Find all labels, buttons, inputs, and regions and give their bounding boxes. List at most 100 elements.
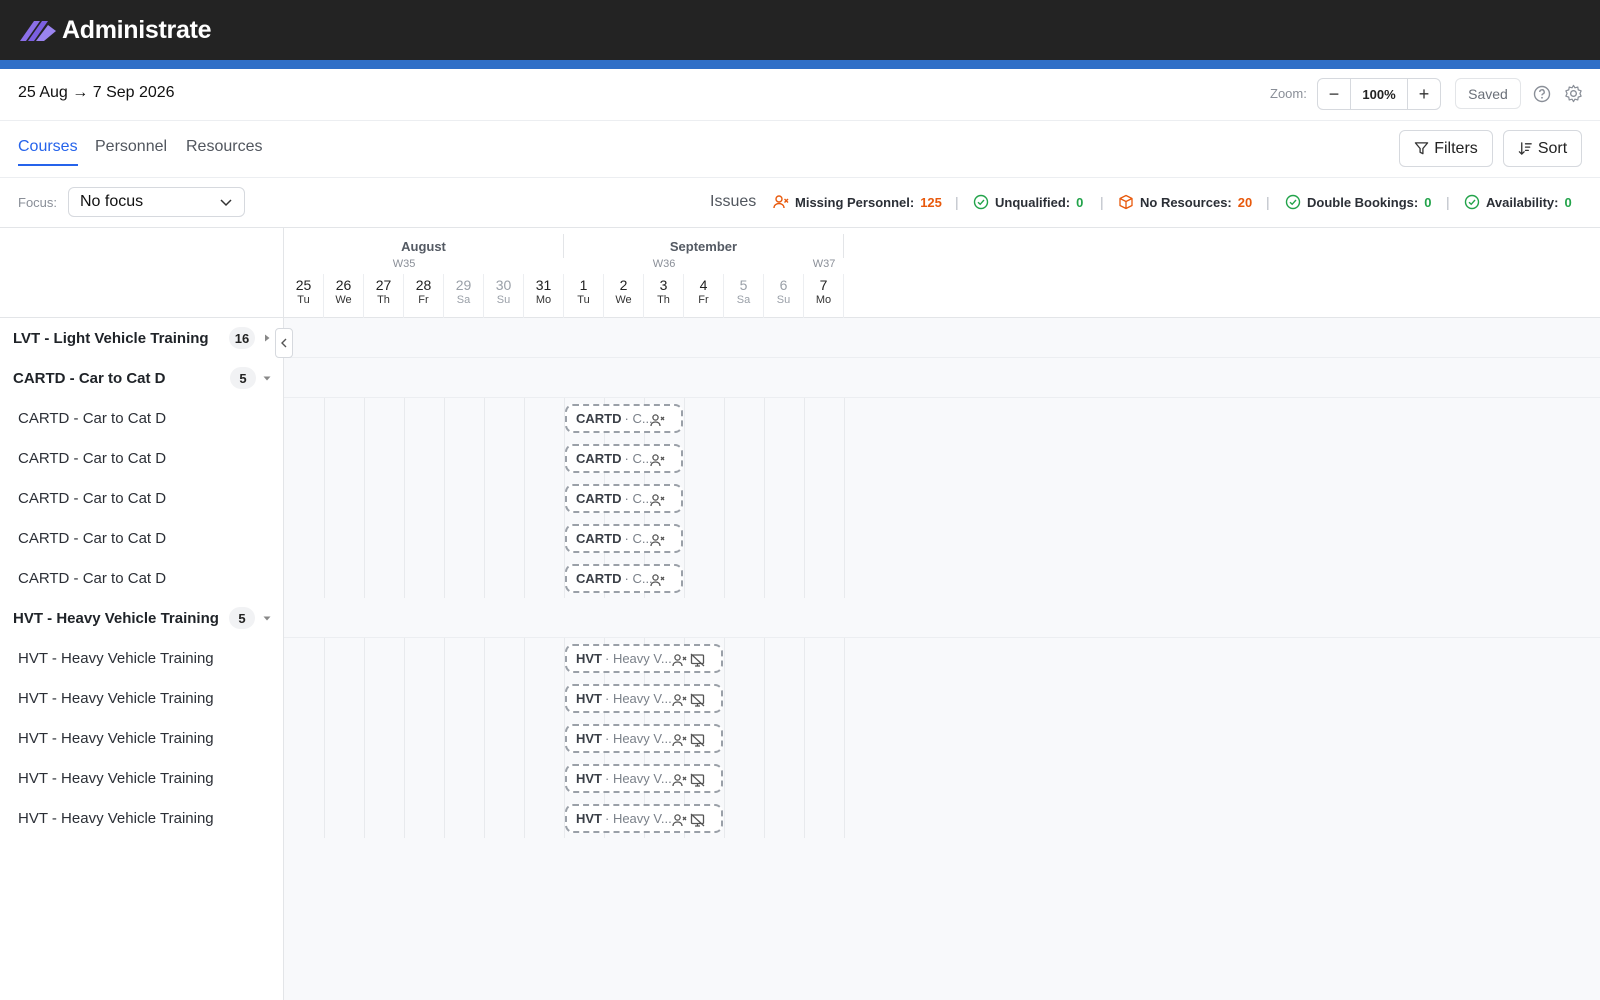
row-cells: HVT · Heavy V... bbox=[284, 798, 1600, 838]
course-event-chip[interactable]: CARTD · C... bbox=[565, 404, 683, 433]
course-label[interactable]: CARTD - Car to Cat D bbox=[0, 438, 283, 478]
person-x-icon bbox=[672, 774, 687, 787]
screen-off-icon bbox=[690, 813, 705, 827]
course-label[interactable]: CARTD - Car to Cat D bbox=[0, 558, 283, 598]
gear-icon[interactable] bbox=[1564, 84, 1583, 103]
day-column-header[interactable]: 28 Fr bbox=[404, 274, 444, 318]
event-name: · Heavy V... bbox=[605, 691, 672, 706]
tab-personnel[interactable]: Personnel bbox=[95, 138, 167, 156]
issue-availability[interactable]: Availability: 0 bbox=[1464, 194, 1572, 210]
grid-line bbox=[524, 438, 525, 478]
day-column-header[interactable]: 30 Su bbox=[484, 274, 524, 318]
grid-line bbox=[324, 558, 325, 598]
course-label[interactable]: HVT - Heavy Vehicle Training bbox=[0, 638, 283, 678]
day-of-week: We bbox=[615, 294, 632, 306]
issue-label: Double Bookings: bbox=[1307, 194, 1419, 210]
day-column-header[interactable]: 31 Mo bbox=[524, 274, 564, 318]
grid-line bbox=[404, 798, 405, 838]
focus-label: Focus: bbox=[18, 195, 58, 210]
day-column-header[interactable]: 6 Su bbox=[764, 274, 804, 318]
course-group-row[interactable]: HVT - Heavy Vehicle Training 5 bbox=[0, 598, 1600, 638]
day-of-week: Mo bbox=[815, 294, 832, 306]
day-column-header[interactable]: 1 Tu bbox=[564, 274, 604, 318]
day-of-week: Sa bbox=[456, 294, 471, 306]
course-event-chip[interactable]: HVT · Heavy V... bbox=[565, 724, 723, 753]
issue-count: 0 bbox=[1424, 194, 1432, 210]
grid-line bbox=[324, 798, 325, 838]
course-event-chip[interactable]: HVT · Heavy V... bbox=[565, 644, 723, 673]
course-label[interactable]: HVT - Heavy Vehicle Training bbox=[0, 798, 283, 838]
person-x-icon bbox=[650, 574, 665, 587]
course-label[interactable]: HVT - Heavy Vehicle Training bbox=[0, 718, 283, 758]
day-column-header[interactable]: 26 We bbox=[324, 274, 364, 318]
day-column-header[interactable]: 25 Tu bbox=[284, 274, 324, 318]
zoom-value[interactable]: 100% bbox=[1350, 79, 1408, 109]
sort-button[interactable]: Sort bbox=[1503, 130, 1582, 167]
day-column-header[interactable]: 7 Mo bbox=[804, 274, 844, 318]
help-icon[interactable] bbox=[1533, 85, 1551, 103]
caret-down-icon[interactable] bbox=[263, 374, 271, 382]
grid-line bbox=[484, 438, 485, 478]
course-event-chip[interactable]: HVT · Heavy V... bbox=[565, 764, 723, 793]
zoom-in-button[interactable]: + bbox=[1408, 79, 1440, 109]
course-row: HVT - Heavy Vehicle Training HVT · Heavy V… bbox=[0, 758, 1600, 798]
grid-line bbox=[404, 638, 405, 678]
grid-line bbox=[324, 438, 325, 478]
course-label[interactable]: CARTD - Car to Cat D bbox=[0, 478, 283, 518]
course-label[interactable]: CARTD - Car to Cat D bbox=[0, 518, 283, 558]
day-number: 5 bbox=[739, 277, 748, 293]
row-cells: CARTD · C... bbox=[284, 438, 1600, 478]
course-event-chip[interactable]: CARTD · C... bbox=[565, 564, 683, 593]
course-label[interactable]: HVT - Heavy Vehicle Training bbox=[0, 758, 283, 798]
issue-no-resources[interactable]: No Resources: 20 bbox=[1118, 194, 1252, 210]
grid-line bbox=[444, 558, 445, 598]
filters-button[interactable]: Filters bbox=[1399, 130, 1493, 167]
brand-logo[interactable]: Administrate bbox=[18, 14, 212, 46]
day-column-header[interactable]: 4 Fr bbox=[684, 274, 724, 318]
course-label[interactable]: HVT - Heavy Vehicle Training bbox=[0, 678, 283, 718]
row-cells: HVT · Heavy V... bbox=[284, 718, 1600, 758]
course-event-chip[interactable]: HVT · Heavy V... bbox=[565, 804, 723, 833]
event-code: HVT bbox=[576, 731, 602, 746]
day-number: 25 bbox=[295, 277, 312, 293]
tab-resources[interactable]: Resources bbox=[186, 138, 262, 156]
day-column-header[interactable]: 27 Th bbox=[364, 274, 404, 318]
caret-right-icon[interactable] bbox=[263, 334, 271, 342]
day-number: 2 bbox=[619, 277, 628, 293]
grid-line bbox=[724, 638, 725, 678]
grid-line bbox=[844, 678, 845, 718]
focus-select[interactable]: No focus bbox=[68, 187, 245, 217]
issue-unqualified[interactable]: Unqualified: 0 bbox=[973, 194, 1083, 210]
date-range[interactable]: 25 Aug → 7 Sep 2026 bbox=[18, 84, 175, 102]
event-name: · C... bbox=[624, 451, 653, 466]
tab-courses[interactable]: Courses bbox=[18, 138, 78, 166]
saved-status-button[interactable]: Saved bbox=[1455, 78, 1521, 109]
grid-line bbox=[444, 398, 445, 438]
day-column-header[interactable]: 29 Sa bbox=[444, 274, 484, 318]
zoom-out-button[interactable]: − bbox=[1318, 79, 1350, 109]
event-code: CARTD bbox=[576, 491, 622, 506]
day-column-header[interactable]: 3 Th bbox=[644, 274, 684, 318]
event-code: CARTD bbox=[576, 571, 622, 586]
issue-double-bookings[interactable]: Double Bookings: 0 bbox=[1285, 194, 1431, 210]
event-name: · C... bbox=[624, 491, 653, 506]
course-group-row[interactable]: LVT - Light Vehicle Training 16 bbox=[0, 318, 1600, 358]
course-event-chip[interactable]: HVT · Heavy V... bbox=[565, 684, 723, 713]
course-event-chip[interactable]: CARTD · C... bbox=[565, 444, 683, 473]
course-event-chip[interactable]: CARTD · C... bbox=[565, 524, 683, 553]
grid-line bbox=[804, 718, 805, 758]
course-label[interactable]: CARTD - Car to Cat D bbox=[0, 398, 283, 438]
issue-label: Unqualified: bbox=[995, 194, 1071, 210]
issues-label: Issues bbox=[710, 193, 757, 210]
caret-down-icon[interactable] bbox=[263, 614, 271, 622]
grid-line bbox=[764, 718, 765, 758]
course-group-row[interactable]: CARTD - Car to Cat D5 bbox=[0, 358, 1600, 398]
day-column-header[interactable]: 5 Sa bbox=[724, 274, 764, 318]
day-column-header[interactable]: 2 We bbox=[604, 274, 644, 318]
group-count-badge: 16 bbox=[229, 327, 255, 349]
issue-missing-personnel[interactable]: Missing Personnel: 125 bbox=[773, 194, 942, 210]
collapse-sidebar-button[interactable] bbox=[275, 328, 293, 358]
course-event-chip[interactable]: CARTD · C... bbox=[565, 484, 683, 513]
grid-line bbox=[844, 718, 845, 758]
person-x-icon bbox=[672, 654, 687, 667]
